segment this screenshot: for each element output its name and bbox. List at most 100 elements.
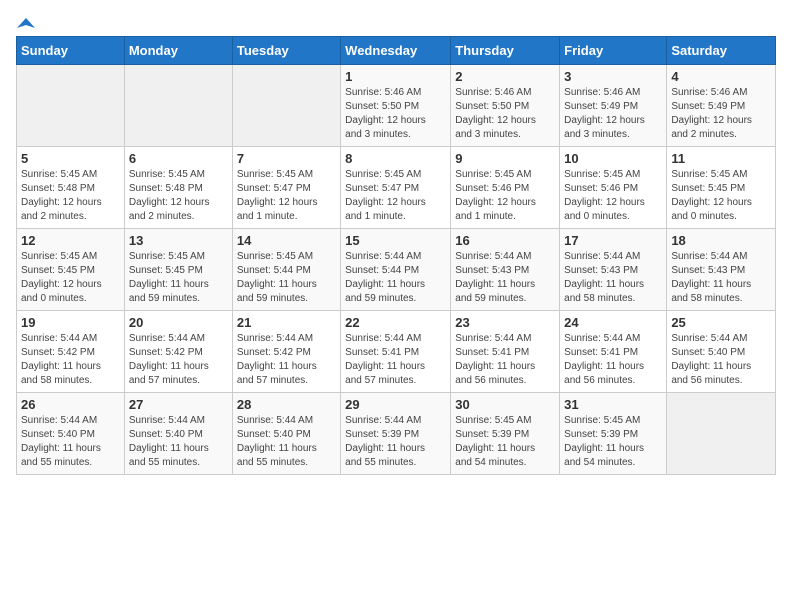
- day-cell: 5 Sunrise: 5:45 AM Sunset: 5:48 PM Daylig…: [17, 147, 125, 229]
- day-cell: 29Sunrise: 5:44 AM Sunset: 5:39 PM Dayli…: [341, 393, 451, 475]
- day-number: 9: [455, 151, 555, 166]
- day-info: Sunrise: 5:44 AM Sunset: 5:40 PM Dayligh…: [129, 414, 228, 470]
- day-info: Sunrise: 5:44 AM Sunset: 5:43 PM Dayligh…: [564, 250, 662, 306]
- day-cell: 9 Sunrise: 5:45 AM Sunset: 5:46 PM Daylig…: [451, 147, 560, 229]
- weekday-header-monday: Monday: [124, 37, 232, 65]
- calendar-table: SundayMondayTuesdayWednesdayThursdayFrid…: [16, 36, 776, 475]
- weekday-header-row: SundayMondayTuesdayWednesdayThursdayFrid…: [17, 37, 776, 65]
- day-cell: 28 Sunrise: 5:44 AM Sunset: 5:40 PM Dayli…: [232, 393, 340, 475]
- day-number: 22: [345, 315, 446, 330]
- day-cell: 2 Sunrise: 5:46 AM Sunset: 5:50 PM Daylig…: [451, 65, 560, 147]
- day-number: 10: [564, 151, 662, 166]
- day-number: 17: [564, 233, 662, 248]
- day-cell: 20 Sunrise: 5:44 AM Sunset: 5:42 PM Dayli…: [124, 311, 232, 393]
- day-cell: [17, 65, 125, 147]
- day-info: Sunrise: 5:45 AM Sunset: 5:45 PM Dayligh…: [21, 250, 120, 306]
- day-info: Sunrise: 5:45 AM Sunset: 5:47 PM Dayligh…: [345, 168, 446, 224]
- weekday-header-sunday: Sunday: [17, 37, 125, 65]
- day-info: Sunrise: 5:44 AM Sunset: 5:41 PM Dayligh…: [455, 332, 555, 388]
- day-number: 18: [671, 233, 771, 248]
- day-number: 1: [345, 69, 446, 84]
- logo-bird-icon: [17, 16, 35, 32]
- day-info: Sunrise: 5:44 AM Sunset: 5:44 PM Dayligh…: [345, 250, 446, 306]
- day-cell: 7 Sunrise: 5:45 AM Sunset: 5:47 PM Daylig…: [232, 147, 340, 229]
- day-cell: 14 Sunrise: 5:45 AM Sunset: 5:44 PM Dayli…: [232, 229, 340, 311]
- day-cell: 10 Sunrise: 5:45 AM Sunset: 5:46 PM Dayli…: [560, 147, 667, 229]
- day-number: 16: [455, 233, 555, 248]
- day-cell: 12 Sunrise: 5:45 AM Sunset: 5:45 PM Dayli…: [17, 229, 125, 311]
- day-cell: 15Sunrise: 5:44 AM Sunset: 5:44 PM Dayli…: [341, 229, 451, 311]
- day-cell: 4Sunrise: 5:46 AM Sunset: 5:49 PM Daylig…: [667, 65, 776, 147]
- day-number: 11: [671, 151, 771, 166]
- day-info: Sunrise: 5:44 AM Sunset: 5:43 PM Dayligh…: [455, 250, 555, 306]
- weekday-header-saturday: Saturday: [667, 37, 776, 65]
- day-cell: 6Sunrise: 5:45 AM Sunset: 5:48 PM Daylig…: [124, 147, 232, 229]
- day-info: Sunrise: 5:46 AM Sunset: 5:49 PM Dayligh…: [671, 86, 771, 142]
- day-number: 29: [345, 397, 446, 412]
- day-info: Sunrise: 5:45 AM Sunset: 5:45 PM Dayligh…: [671, 168, 771, 224]
- day-info: Sunrise: 5:46 AM Sunset: 5:50 PM Dayligh…: [455, 86, 555, 142]
- weekday-header-thursday: Thursday: [451, 37, 560, 65]
- day-cell: 21 Sunrise: 5:44 AM Sunset: 5:42 PM Dayli…: [232, 311, 340, 393]
- day-info: Sunrise: 5:44 AM Sunset: 5:42 PM Dayligh…: [237, 332, 336, 388]
- day-info: Sunrise: 5:44 AM Sunset: 5:42 PM Dayligh…: [21, 332, 120, 388]
- day-info: Sunrise: 5:44 AM Sunset: 5:42 PM Dayligh…: [129, 332, 228, 388]
- weekday-header-tuesday: Tuesday: [232, 37, 340, 65]
- day-info: Sunrise: 5:44 AM Sunset: 5:41 PM Dayligh…: [564, 332, 662, 388]
- day-cell: 31Sunrise: 5:45 AM Sunset: 5:39 PM Dayli…: [560, 393, 667, 475]
- day-cell: 30 Sunrise: 5:45 AM Sunset: 5:39 PM Dayli…: [451, 393, 560, 475]
- day-cell: 24 Sunrise: 5:44 AM Sunset: 5:41 PM Dayli…: [560, 311, 667, 393]
- day-info: Sunrise: 5:44 AM Sunset: 5:40 PM Dayligh…: [237, 414, 336, 470]
- day-cell: 11 Sunrise: 5:45 AM Sunset: 5:45 PM Dayli…: [667, 147, 776, 229]
- day-number: 12: [21, 233, 120, 248]
- week-row-3: 12 Sunrise: 5:45 AM Sunset: 5:45 PM Dayli…: [17, 229, 776, 311]
- day-info: Sunrise: 5:44 AM Sunset: 5:41 PM Dayligh…: [345, 332, 446, 388]
- day-number: 28: [237, 397, 336, 412]
- day-cell: [232, 65, 340, 147]
- week-row-1: 1 Sunrise: 5:46 AM Sunset: 5:50 PM Daylig…: [17, 65, 776, 147]
- day-cell: 18 Sunrise: 5:44 AM Sunset: 5:43 PM Dayli…: [667, 229, 776, 311]
- day-info: Sunrise: 5:45 AM Sunset: 5:46 PM Dayligh…: [564, 168, 662, 224]
- day-number: 24: [564, 315, 662, 330]
- day-number: 30: [455, 397, 555, 412]
- day-info: Sunrise: 5:45 AM Sunset: 5:46 PM Dayligh…: [455, 168, 555, 224]
- weekday-header-wednesday: Wednesday: [341, 37, 451, 65]
- day-info: Sunrise: 5:45 AM Sunset: 5:39 PM Dayligh…: [455, 414, 555, 470]
- day-number: 2: [455, 69, 555, 84]
- day-number: 13: [129, 233, 228, 248]
- day-info: Sunrise: 5:45 AM Sunset: 5:47 PM Dayligh…: [237, 168, 336, 224]
- day-number: 7: [237, 151, 336, 166]
- page-header: [16, 16, 776, 28]
- day-number: 23: [455, 315, 555, 330]
- day-cell: 23 Sunrise: 5:44 AM Sunset: 5:41 PM Dayli…: [451, 311, 560, 393]
- day-number: 26: [21, 397, 120, 412]
- calendar-body: 1 Sunrise: 5:46 AM Sunset: 5:50 PM Daylig…: [17, 65, 776, 475]
- calendar-header: SundayMondayTuesdayWednesdayThursdayFrid…: [17, 37, 776, 65]
- day-number: 20: [129, 315, 228, 330]
- day-cell: 8 Sunrise: 5:45 AM Sunset: 5:47 PM Daylig…: [341, 147, 451, 229]
- day-cell: 25 Sunrise: 5:44 AM Sunset: 5:40 PM Dayli…: [667, 311, 776, 393]
- day-info: Sunrise: 5:44 AM Sunset: 5:40 PM Dayligh…: [21, 414, 120, 470]
- day-number: 3: [564, 69, 662, 84]
- day-info: Sunrise: 5:45 AM Sunset: 5:44 PM Dayligh…: [237, 250, 336, 306]
- logo: [16, 16, 36, 28]
- day-info: Sunrise: 5:44 AM Sunset: 5:43 PM Dayligh…: [671, 250, 771, 306]
- week-row-4: 19 Sunrise: 5:44 AM Sunset: 5:42 PM Dayli…: [17, 311, 776, 393]
- day-number: 31: [564, 397, 662, 412]
- day-number: 14: [237, 233, 336, 248]
- day-cell: 27 Sunrise: 5:44 AM Sunset: 5:40 PM Dayli…: [124, 393, 232, 475]
- day-number: 8: [345, 151, 446, 166]
- day-info: Sunrise: 5:45 AM Sunset: 5:45 PM Dayligh…: [129, 250, 228, 306]
- day-info: Sunrise: 5:46 AM Sunset: 5:50 PM Dayligh…: [345, 86, 446, 142]
- weekday-header-friday: Friday: [560, 37, 667, 65]
- day-number: 21: [237, 315, 336, 330]
- day-info: Sunrise: 5:45 AM Sunset: 5:48 PM Dayligh…: [21, 168, 120, 224]
- day-info: Sunrise: 5:46 AM Sunset: 5:49 PM Dayligh…: [564, 86, 662, 142]
- day-cell: 19 Sunrise: 5:44 AM Sunset: 5:42 PM Dayli…: [17, 311, 125, 393]
- day-info: Sunrise: 5:44 AM Sunset: 5:40 PM Dayligh…: [671, 332, 771, 388]
- day-number: 19: [21, 315, 120, 330]
- day-cell: 3 Sunrise: 5:46 AM Sunset: 5:49 PM Daylig…: [560, 65, 667, 147]
- day-number: 5: [21, 151, 120, 166]
- day-number: 25: [671, 315, 771, 330]
- day-number: 27: [129, 397, 228, 412]
